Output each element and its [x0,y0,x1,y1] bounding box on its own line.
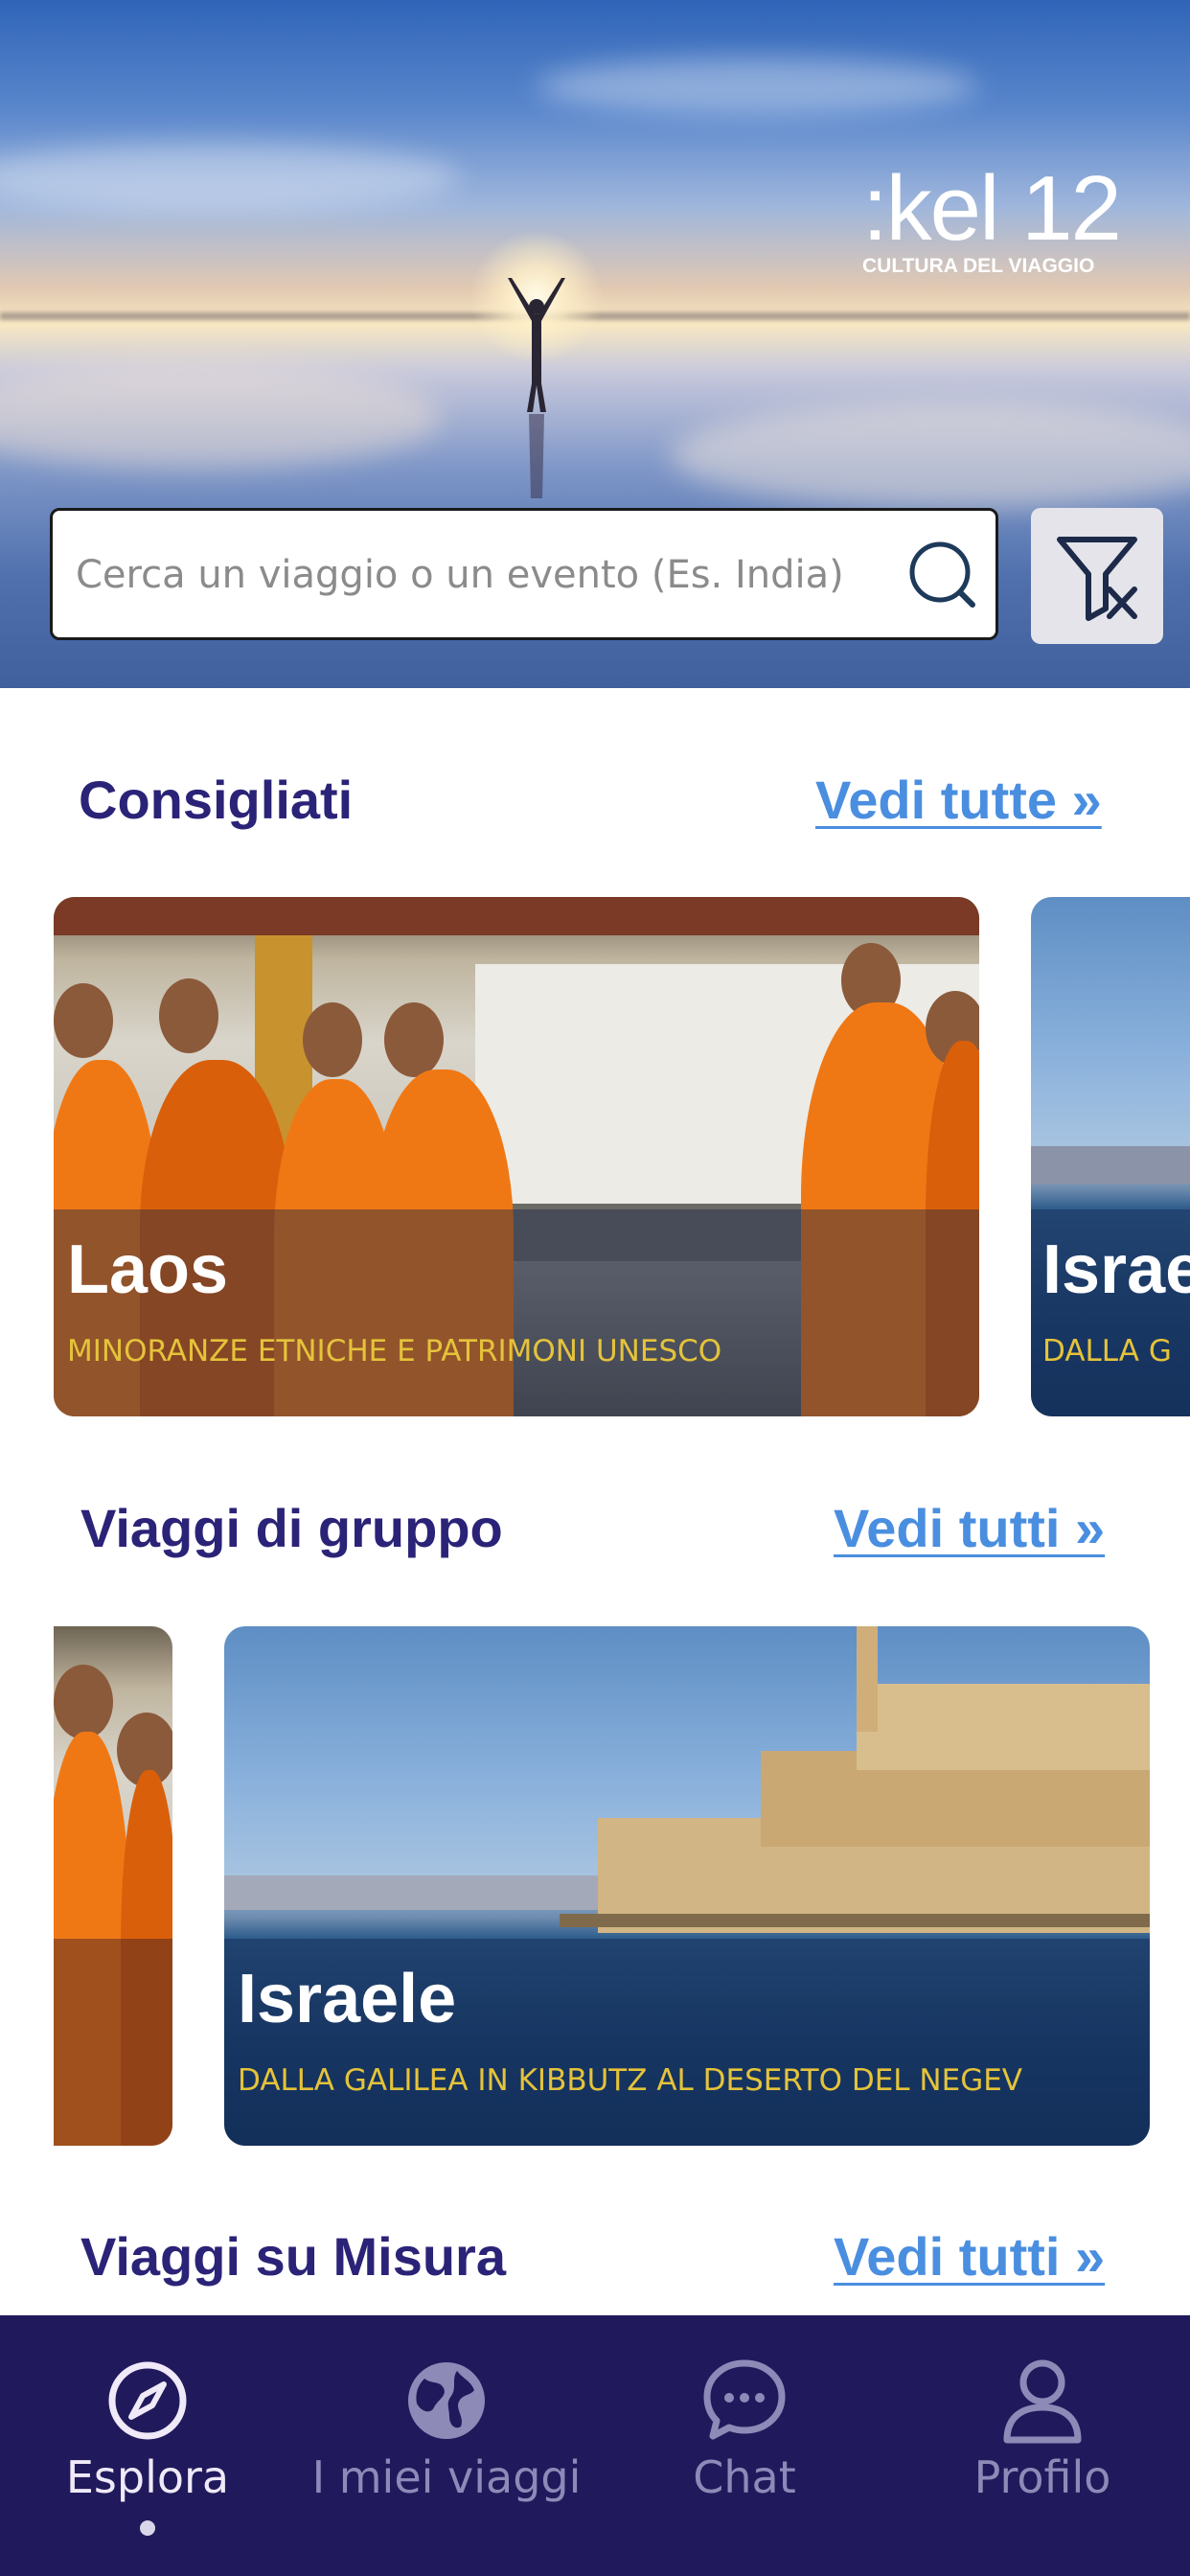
nav-label: Esplora [65,2451,230,2503]
trip-card-israel-partial[interactable]: Israe DALLA G [1031,897,1190,1416]
globe-icon [408,2362,485,2439]
logo-text: :kel 12 [862,157,1122,260]
trip-card-laos-partial[interactable] [54,1626,172,2146]
card-subtitle: DALLA GALILEA IN KIBBUTZ AL DESERTO DEL … [238,2063,1023,2098]
nav-label: Profilo [973,2451,1111,2503]
logo-subtitle: CULTURA DEL VIAGGIO [862,255,1095,277]
chat-bubble-icon [703,2359,786,2440]
section-title-consigliati: Consigliati [79,770,354,830]
nav-item-chat[interactable]: Chat [601,2348,888,2503]
section-title-gruppo: Viaggi di gruppo [80,1498,503,1558]
see-all-misura-link[interactable]: Vedi tutti » [834,2225,1105,2288]
trip-card-laos[interactable]: Laos MINORANZE ETNICHE E PATRIMONI UNESC… [54,897,979,1416]
brand-logo: :kel 12 CULTURA DEL VIAGGIO [862,157,1122,278]
nav-item-i-miei-viaggi[interactable]: I miei viaggi [303,2348,590,2503]
card-title: Laos [67,1231,229,1308]
nav-label: Chat [693,2451,796,2503]
card-title: Israele [238,1961,457,2037]
trip-card-israele[interactable]: Israele DALLA GALILEA IN KIBBUTZ AL DESE… [224,1626,1150,2146]
card-title: Israe [1042,1231,1190,1308]
filter-button[interactable] [1031,508,1163,644]
card-subtitle: DALLA G [1042,1334,1172,1368]
card-subtitle: MINORANZE ETNICHE E PATRIMONI UNESCO [67,1334,722,1368]
see-all-gruppo-link[interactable]: Vedi tutti » [834,1497,1105,1559]
user-icon [1003,2359,1082,2444]
filter-clear-icon [1057,537,1137,621]
nav-item-esplora[interactable]: Esplora [4,2348,291,2503]
compass-icon [108,2361,187,2440]
nav-label: I miei viaggi [311,2451,582,2503]
see-all-consigliati-link[interactable]: Vedi tutte » [815,769,1102,831]
active-tab-indicator [140,2520,155,2536]
search-icon[interactable] [905,538,982,614]
bottom-navigation: Esplora I miei viaggi Chat Profilo [0,2315,1190,2576]
search-bar [50,508,998,640]
search-input[interactable] [74,511,930,639]
person-silhouette [508,278,565,498]
section-title-misura: Viaggi su Misura [80,2226,506,2287]
nav-item-profilo[interactable]: Profilo [899,2348,1186,2503]
